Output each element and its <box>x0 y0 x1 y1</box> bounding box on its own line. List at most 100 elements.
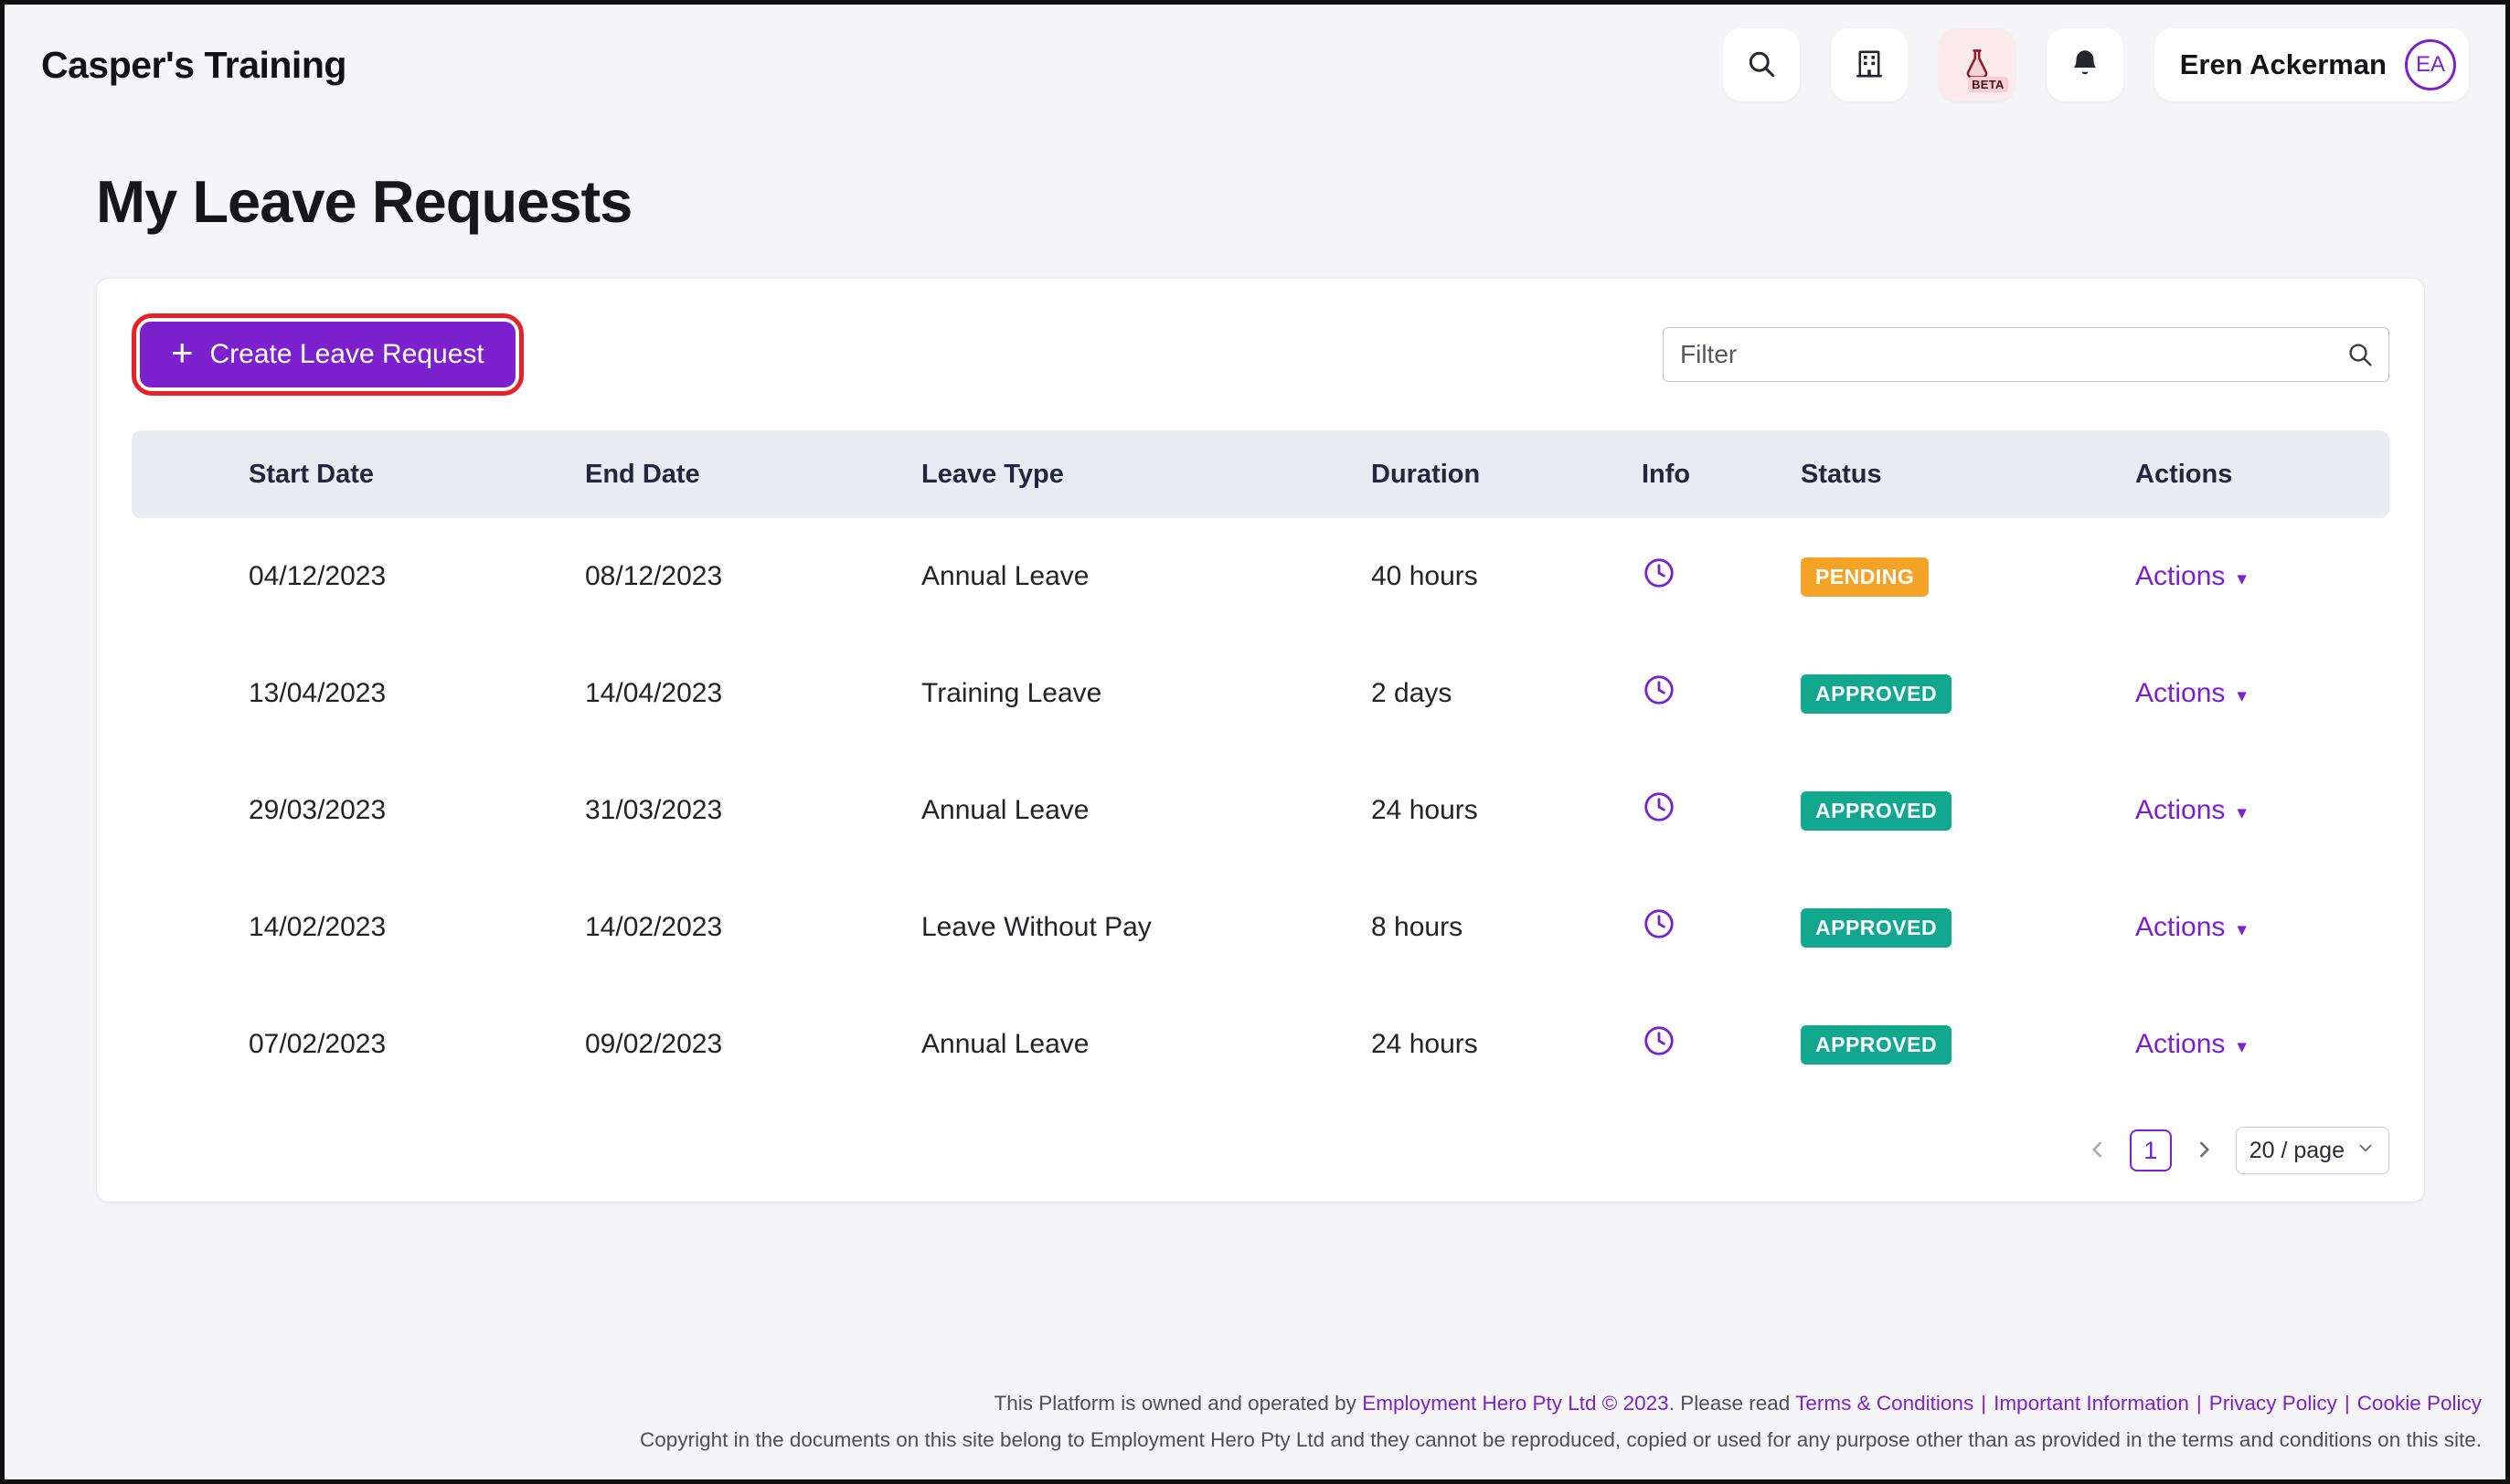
cell-end-date: 09/02/2023 <box>585 1029 723 1059</box>
footer-line-1: This Platform is owned and operated by E… <box>5 1392 2482 1415</box>
user-name: Eren Ackerman <box>2179 48 2387 80</box>
plus-icon: + <box>171 331 194 374</box>
clock-icon <box>1642 906 1676 949</box>
filter-field <box>1663 327 2389 382</box>
actions-label: Actions <box>2135 912 2226 942</box>
chevron-down-icon <box>2356 1138 2376 1164</box>
row-actions-button[interactable]: Actions ▾ <box>2135 1029 2247 1060</box>
main-content: My Leave Requests + Create Leave Request <box>5 120 2505 1203</box>
footer-link-important-information[interactable]: Important Information <box>1994 1392 2189 1415</box>
column-end-date: End Date <box>585 459 700 489</box>
footer-line-2: Copyright in the documents on this site … <box>640 1428 2482 1451</box>
actions-label: Actions <box>2135 678 2226 708</box>
cell-duration: 24 hours <box>1371 1029 1478 1059</box>
create-leave-request-button[interactable]: + Create Leave Request <box>140 322 516 387</box>
create-leave-request-highlight: + Create Leave Request <box>132 313 524 396</box>
chevron-down-icon: ▾ <box>2237 567 2247 589</box>
brand-title: Casper's Training <box>41 43 346 86</box>
cell-duration: 8 hours <box>1371 912 1463 942</box>
footer-separator: | <box>2344 1392 2350 1415</box>
page-title: My Leave Requests <box>96 168 633 235</box>
create-leave-request-label: Create Leave Request <box>209 339 484 369</box>
status-badge: APPROVED <box>1801 790 1952 831</box>
clock-icon <box>1642 1023 1676 1065</box>
user-menu[interactable]: Eren Ackerman EA <box>2154 28 2469 101</box>
column-duration: Duration <box>1371 459 1481 489</box>
actions-label: Actions <box>2135 795 2226 825</box>
top-actions: BETA Eren Ackerman EA <box>1722 28 2469 101</box>
cell-leave-type: Annual Leave <box>921 795 1090 825</box>
leave-info-button[interactable] <box>1642 906 1676 949</box>
building-icon <box>1853 48 1886 83</box>
cell-end-date: 31/03/2023 <box>585 795 723 825</box>
row-actions-button[interactable]: Actions ▾ <box>2135 912 2247 943</box>
leave-info-button[interactable] <box>1642 790 1676 832</box>
app-window: Casper's Training BETA Eren Ackerman EA … <box>0 0 2510 1484</box>
footer-link-privacy-policy[interactable]: Privacy Policy <box>2209 1392 2337 1415</box>
prev-page-button[interactable] <box>2082 1134 2113 1168</box>
organisation-button[interactable] <box>1830 28 1908 101</box>
leave-info-button[interactable] <box>1642 556 1676 598</box>
top-bar: Casper's Training BETA Eren Ackerman EA <box>5 5 2505 120</box>
table-row: 07/02/2023 09/02/2023 Annual Leave 24 ho… <box>132 986 2389 1103</box>
notifications-button[interactable] <box>2046 28 2123 101</box>
status-badge: APPROVED <box>1801 907 1952 948</box>
search-button[interactable] <box>1722 28 1800 101</box>
next-page-button[interactable] <box>2188 1134 2219 1168</box>
leave-info-button[interactable] <box>1642 1023 1676 1065</box>
leave-requests-card: + Create Leave Request Start Date End Da… <box>96 278 2425 1203</box>
chevron-down-icon: ▾ <box>2237 684 2247 706</box>
cell-duration: 24 hours <box>1371 795 1478 825</box>
card-toolbar: + Create Leave Request <box>132 313 2389 396</box>
chevron-down-icon: ▾ <box>2237 801 2247 823</box>
filter-search-icon[interactable] <box>2345 340 2375 374</box>
page-size-value: 20 / page <box>2249 1137 2345 1163</box>
chevron-right-icon <box>2192 1138 2216 1164</box>
cell-start-date: 04/12/2023 <box>249 561 387 591</box>
avatar: EA <box>2405 39 2456 90</box>
column-status: Status <box>1801 459 1882 489</box>
table-header-row: Start Date End Date Leave Type Duration … <box>132 430 2389 518</box>
page-size-select[interactable]: 20 / page <box>2235 1127 2389 1174</box>
status-badge: APPROVED <box>1801 1024 1952 1065</box>
table-row: 04/12/2023 08/12/2023 Annual Leave 40 ho… <box>132 518 2389 635</box>
cell-start-date: 14/02/2023 <box>249 912 387 942</box>
beta-badge: BETA <box>1968 77 2008 92</box>
footer-link-employment-hero[interactable]: Employment Hero Pty Ltd © 2023 <box>1362 1392 1669 1415</box>
cell-leave-type: Training Leave <box>921 678 1102 708</box>
cell-end-date: 08/12/2023 <box>585 561 723 591</box>
row-actions-button[interactable]: Actions ▾ <box>2135 678 2247 709</box>
cell-duration: 2 days <box>1371 678 1452 708</box>
cell-leave-type: Leave Without Pay <box>921 912 1152 942</box>
footer-link-cookie-policy[interactable]: Cookie Policy <box>2357 1392 2482 1415</box>
search-icon <box>1745 48 1778 83</box>
footer-separator: | <box>2196 1392 2202 1415</box>
footer-separator: | <box>1981 1392 1987 1415</box>
bell-icon <box>2069 48 2101 83</box>
footer-link-terms[interactable]: Terms & Conditions <box>1795 1392 1973 1415</box>
cell-leave-type: Annual Leave <box>921 561 1090 591</box>
column-info: Info <box>1642 459 1691 489</box>
clock-icon <box>1642 790 1676 832</box>
row-actions-button[interactable]: Actions ▾ <box>2135 795 2247 826</box>
cell-end-date: 14/04/2023 <box>585 678 723 708</box>
chevron-down-icon: ▾ <box>2237 918 2247 940</box>
current-page-button[interactable]: 1 <box>2129 1129 2172 1171</box>
leave-info-button[interactable] <box>1642 673 1676 715</box>
column-start-date: Start Date <box>249 459 374 489</box>
filter-input[interactable] <box>1663 327 2389 382</box>
actions-label: Actions <box>2135 1029 2226 1059</box>
chevron-down-icon: ▾ <box>2237 1035 2247 1057</box>
cell-leave-type: Annual Leave <box>921 1029 1090 1059</box>
cell-start-date: 13/04/2023 <box>249 678 387 708</box>
pagination: 1 20 / page <box>132 1127 2389 1174</box>
column-leave-type: Leave Type <box>921 459 1064 489</box>
row-actions-button[interactable]: Actions ▾ <box>2135 561 2247 592</box>
cell-start-date: 29/03/2023 <box>249 795 387 825</box>
clock-icon <box>1642 673 1676 715</box>
beta-labs-button[interactable]: BETA <box>1938 28 2015 101</box>
cell-duration: 40 hours <box>1371 561 1478 591</box>
footer-text: . Please read <box>1668 1392 1796 1415</box>
column-actions: Actions <box>2135 459 2233 489</box>
table-row: 14/02/2023 14/02/2023 Leave Without Pay … <box>132 869 2389 986</box>
